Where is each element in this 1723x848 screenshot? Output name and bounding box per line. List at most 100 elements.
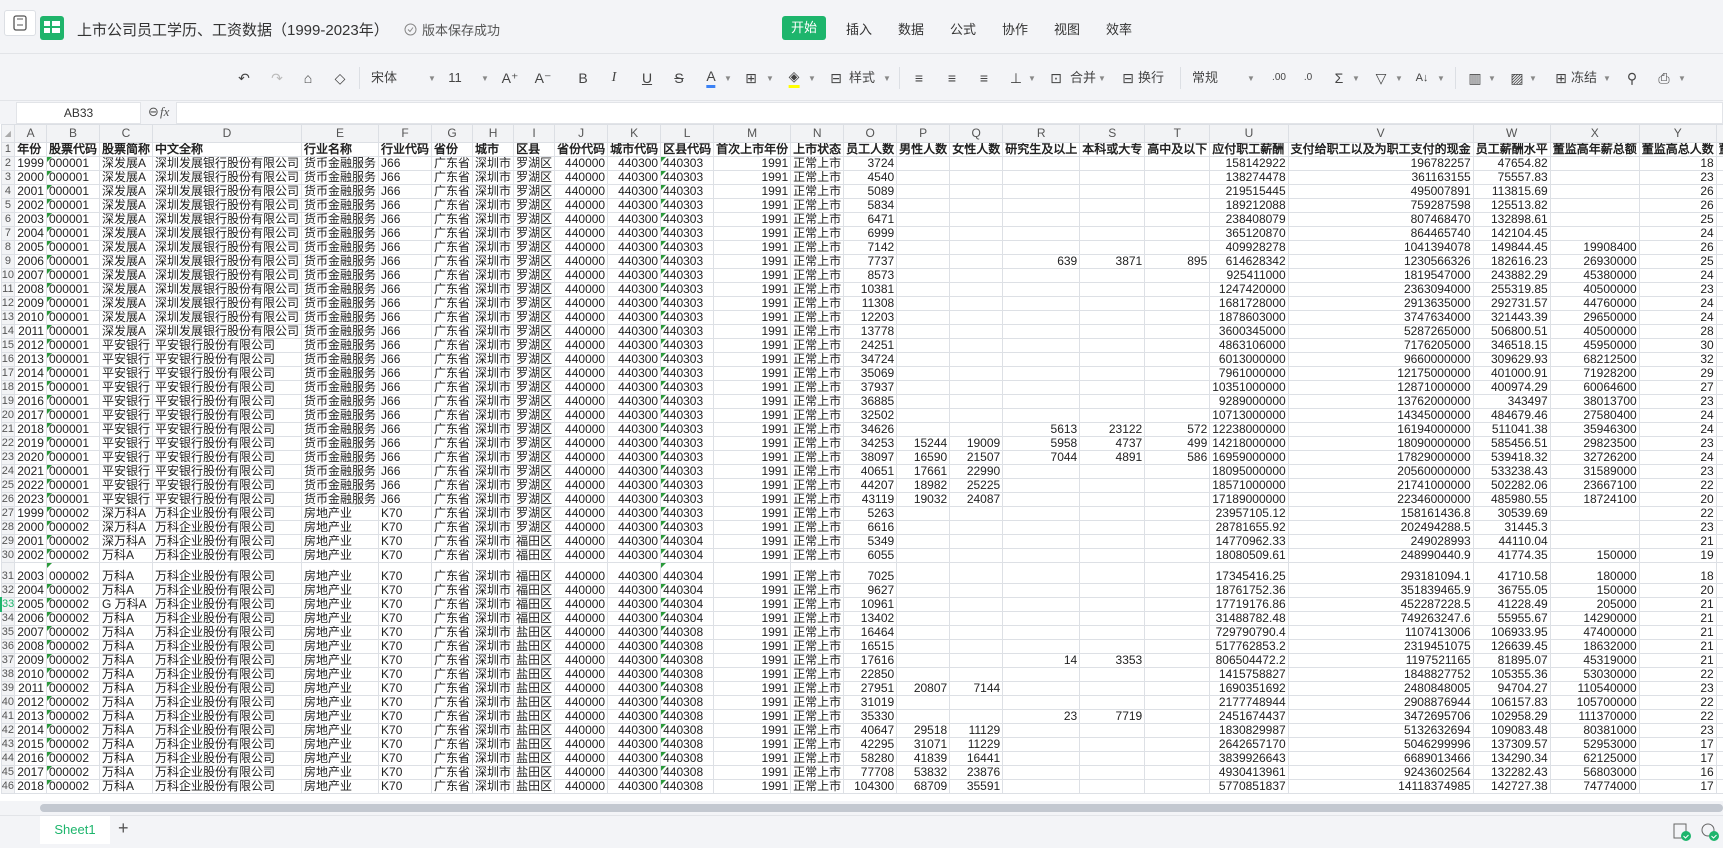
- row-number[interactable]: 20: [0, 408, 16, 423]
- column-header-L[interactable]: L: [660, 124, 715, 143]
- cell[interactable]: 249028993: [1287, 534, 1474, 549]
- chevron-down-icon[interactable]: ▼: [428, 69, 436, 89]
- cell[interactable]: 440303: [660, 366, 715, 381]
- cell[interactable]: [1549, 170, 1640, 185]
- cell[interactable]: [1002, 464, 1081, 479]
- cell[interactable]: [1002, 282, 1081, 297]
- cell[interactable]: 1991: [713, 226, 792, 241]
- cell[interactable]: 广东省: [431, 226, 474, 241]
- cell[interactable]: 440303: [660, 296, 715, 311]
- cell[interactable]: 19: [1638, 548, 1717, 563]
- cell[interactable]: 1819547000: [1287, 268, 1474, 283]
- horizontal-scrollbar[interactable]: [0, 801, 1723, 815]
- cell[interactable]: 43119: [843, 492, 898, 507]
- cell[interactable]: 440000: [554, 310, 609, 325]
- cell[interactable]: 2012: [14, 695, 47, 710]
- cell[interactable]: 2015: [14, 737, 47, 752]
- cell[interactable]: 货币金融服务: [300, 478, 380, 493]
- cell[interactable]: 深圳市: [472, 506, 515, 521]
- cell[interactable]: 房地产业: [300, 562, 380, 584]
- cell[interactable]: 福田区: [513, 548, 556, 563]
- cell[interactable]: 000001: [45, 394, 100, 409]
- cell[interactable]: 110540000: [1549, 681, 1640, 696]
- cell[interactable]: 936205: [1715, 492, 1723, 507]
- cell[interactable]: 罗湖区: [513, 422, 556, 437]
- cell[interactable]: 62125000: [1549, 751, 1640, 766]
- cell[interactable]: 34724: [843, 352, 898, 367]
- cell[interactable]: 货币金融服务: [300, 366, 380, 381]
- cell[interactable]: 12238000000: [1209, 422, 1289, 437]
- cell[interactable]: 1991: [713, 436, 792, 451]
- cell[interactable]: [1144, 562, 1211, 584]
- cell[interactable]: 440300: [607, 352, 662, 367]
- cell[interactable]: 000002: [45, 709, 100, 724]
- cell[interactable]: 2451674437: [1209, 709, 1289, 724]
- cell[interactable]: [949, 198, 1004, 213]
- cell[interactable]: 2017: [14, 765, 47, 780]
- cell[interactable]: [949, 597, 1004, 612]
- cell[interactable]: 深圳市: [472, 625, 515, 640]
- cell[interactable]: 平安银行股份有限公司: [151, 408, 303, 423]
- freeze-icon[interactable]: ⊞: [1555, 68, 1567, 88]
- cell[interactable]: 440000: [554, 765, 609, 780]
- cell[interactable]: 广东省: [431, 737, 474, 752]
- cell[interactable]: [1002, 548, 1081, 563]
- cell[interactable]: 35946300: [1549, 422, 1640, 437]
- cell[interactable]: 福田区: [513, 534, 556, 549]
- cell[interactable]: 5349: [843, 534, 898, 549]
- cell[interactable]: [896, 408, 951, 423]
- cell[interactable]: 2480282.759: [1715, 366, 1723, 381]
- cell[interactable]: 房地产业: [300, 639, 380, 654]
- cell[interactable]: 440300: [607, 548, 662, 563]
- cell[interactable]: 17: [1638, 779, 1717, 794]
- cell[interactable]: 4930413961: [1209, 765, 1289, 780]
- formula-input[interactable]: [176, 102, 1723, 124]
- cell[interactable]: [1079, 478, 1146, 493]
- cell[interactable]: 房地产业: [300, 506, 380, 521]
- column-header-E[interactable]: E: [300, 124, 380, 143]
- cell[interactable]: 2007: [14, 625, 47, 640]
- row-number[interactable]: 10: [0, 268, 16, 283]
- cell[interactable]: 572: [1144, 422, 1211, 437]
- merge-button[interactable]: 合并: [1070, 68, 1096, 88]
- cell[interactable]: 货币金融服务: [300, 394, 380, 409]
- cell[interactable]: 440000: [554, 709, 609, 724]
- cell[interactable]: 货币金融服务: [300, 212, 380, 227]
- cell[interactable]: 24087: [949, 492, 1004, 507]
- cell[interactable]: 1991: [713, 338, 792, 353]
- print-icon[interactable]: ⎙: [1658, 68, 1669, 88]
- cell[interactable]: 深圳市: [472, 450, 515, 465]
- cell[interactable]: 111370000: [1549, 709, 1640, 724]
- cell[interactable]: 盐田区: [513, 625, 556, 640]
- cell[interactable]: 罗湖区: [513, 268, 556, 283]
- cell[interactable]: 深圳市: [472, 254, 515, 269]
- cell[interactable]: 4806086.957: [1715, 681, 1723, 696]
- cell[interactable]: 正常上市: [790, 296, 845, 311]
- row-number[interactable]: 30: [0, 548, 16, 563]
- freeze-button[interactable]: 冻结: [1571, 68, 1597, 88]
- cell[interactable]: [1002, 737, 1081, 752]
- cell[interactable]: 货币金融服务: [300, 156, 380, 171]
- row-number[interactable]: 12: [0, 296, 16, 311]
- cell[interactable]: 货币金融服务: [300, 226, 380, 241]
- cell[interactable]: 440000: [554, 751, 609, 766]
- cell[interactable]: [1144, 212, 1211, 227]
- row-number[interactable]: 5: [0, 198, 16, 213]
- cell[interactable]: [1144, 534, 1211, 549]
- row-number[interactable]: 41: [0, 709, 16, 724]
- cell[interactable]: 正常上市: [790, 709, 845, 724]
- cell[interactable]: 44760000: [1549, 296, 1640, 311]
- cell[interactable]: [1002, 198, 1081, 213]
- row-number[interactable]: 4: [0, 184, 16, 199]
- cell[interactable]: [1549, 198, 1640, 213]
- cell[interactable]: 罗湖区: [513, 352, 556, 367]
- cell[interactable]: 24: [1638, 310, 1717, 325]
- cell[interactable]: 广东省: [431, 156, 474, 171]
- cell[interactable]: 18571000000: [1209, 478, 1289, 493]
- cell[interactable]: 22990: [949, 464, 1004, 479]
- cell[interactable]: 深圳市: [472, 492, 515, 507]
- cell[interactable]: 货币金融服务: [300, 268, 380, 283]
- cell[interactable]: 平安银行股份有限公司: [151, 338, 303, 353]
- redo-icon[interactable]: ↷: [271, 68, 283, 88]
- cell[interactable]: 35330: [843, 709, 898, 724]
